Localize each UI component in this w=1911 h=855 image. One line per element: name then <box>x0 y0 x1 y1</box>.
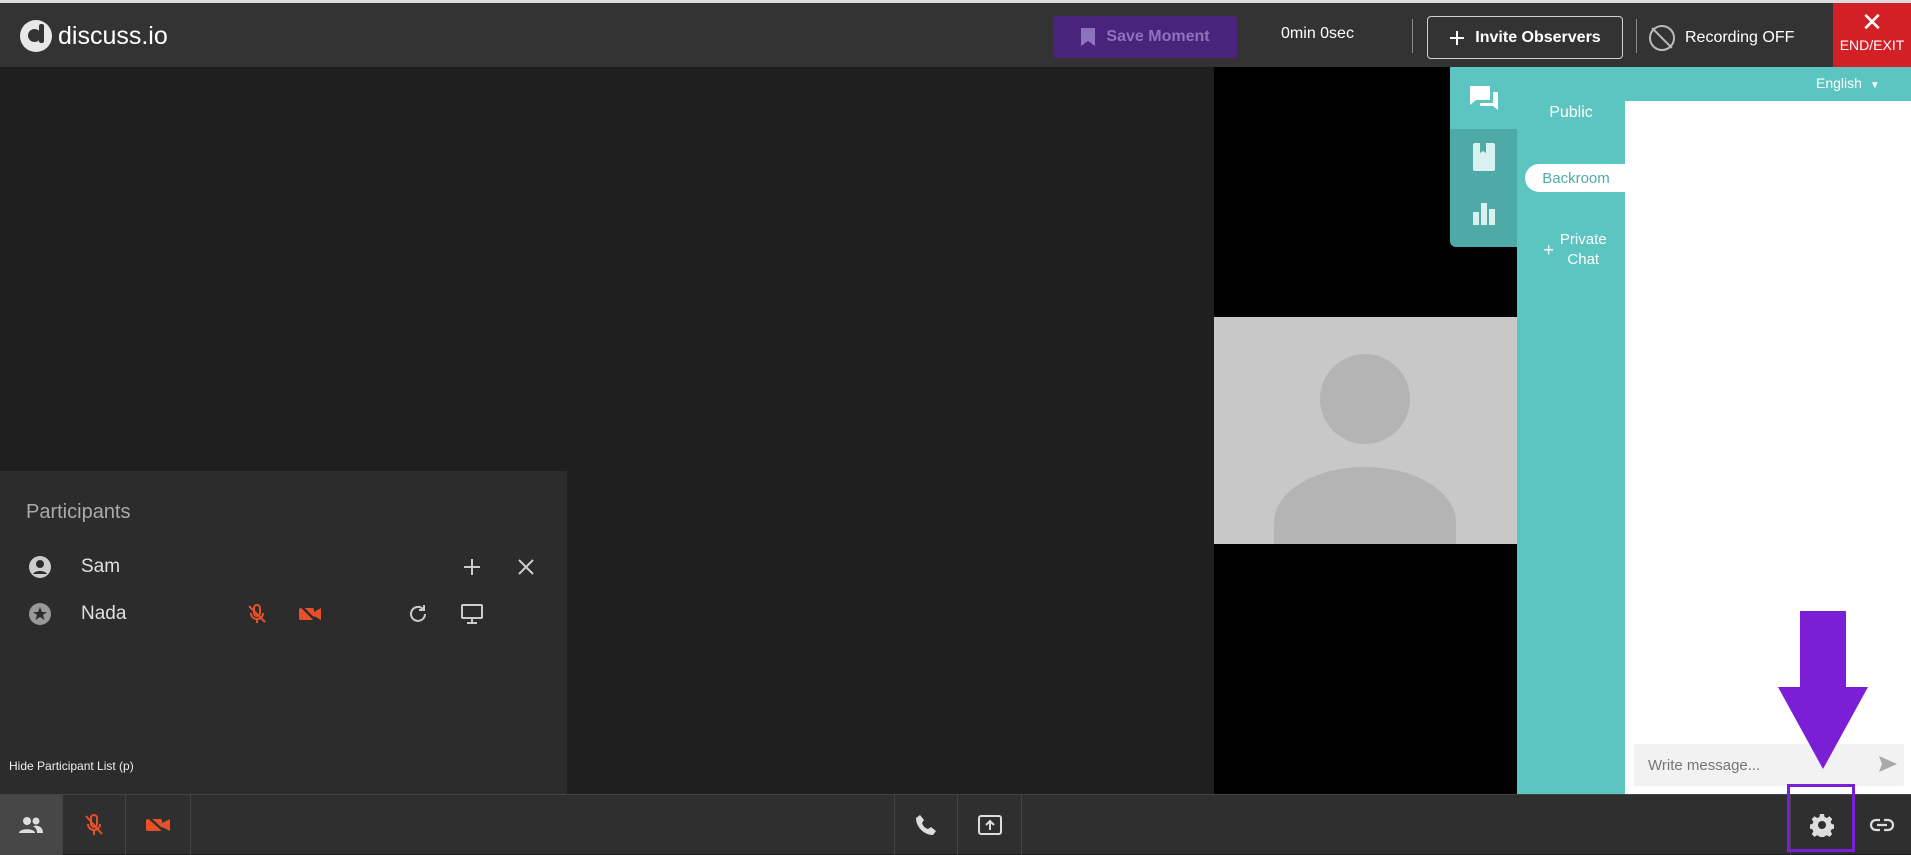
camera-off-icon <box>146 815 170 835</box>
channel-backroom[interactable]: Backroom <box>1525 164 1627 192</box>
participants-title: Participants <box>26 501 131 523</box>
bottom-toolbar <box>0 794 1911 855</box>
language-label: English <box>1816 75 1862 91</box>
participants-toggle-button[interactable] <box>0 795 63 855</box>
channel-public[interactable]: Public <box>1517 104 1625 122</box>
sidebar-tabs <box>1450 67 1517 247</box>
new-private-chat-button[interactable]: + Private Chat <box>1535 230 1615 270</box>
end-exit-label: END/EXIT <box>1839 37 1905 53</box>
end-exit-button[interactable]: ✕ END/EXIT <box>1833 3 1911 70</box>
close-icon: ✕ <box>1861 7 1883 37</box>
add-icon[interactable] <box>458 553 486 581</box>
phone-icon <box>916 815 936 835</box>
language-select[interactable]: English ▼ <box>1816 75 1880 91</box>
private-chat-label-line2: Chat <box>1567 251 1600 268</box>
avatar-placeholder-body <box>1274 467 1456 544</box>
avatar-placeholder-head <box>1320 354 1410 444</box>
invite-observers-label: Invite Observers <box>1475 28 1601 46</box>
bookmark-icon <box>1081 28 1096 46</box>
participant-name: Nada <box>81 603 127 624</box>
participant-name: Sam <box>81 556 121 577</box>
private-chat-label: Private Chat <box>1560 230 1607 270</box>
participant-row: Sam <box>0 547 567 587</box>
screen-share-icon <box>977 815 1002 835</box>
recording-label: Recording OFF <box>1685 29 1795 46</box>
logo-icon <box>20 20 52 52</box>
top-bar: discuss.io Save Moment 0min 0sec Invite … <box>0 0 1911 70</box>
copy-link-button[interactable] <box>1852 795 1911 855</box>
discuss-io-logo: discuss.io <box>20 20 168 52</box>
link-icon <box>1869 818 1894 832</box>
participant-video-tile[interactable] <box>1214 317 1517 544</box>
monitor-icon[interactable] <box>458 600 486 628</box>
chevron-down-icon: ▼ <box>1869 80 1880 91</box>
settings-highlight-box <box>1787 784 1855 852</box>
screen-share-button[interactable] <box>958 795 1022 855</box>
recording-off-icon <box>1649 25 1675 51</box>
mic-muted-icon <box>85 814 103 835</box>
send-icon[interactable] <box>1878 755 1898 773</box>
save-moment-label: Save Moment <box>1106 28 1210 45</box>
invite-observers-button[interactable]: Invite Observers <box>1427 16 1623 59</box>
down-arrow-annotation <box>1778 611 1868 769</box>
hide-participant-list-link[interactable]: Hide Participant List (p) <box>9 759 134 773</box>
plus-icon: + <box>1543 240 1554 260</box>
star-circle-icon <box>26 600 54 628</box>
session-timer: 0min 0sec <box>1281 25 1354 42</box>
participants-panel: Participants Sam Nada Hide Participant L… <box>0 471 567 794</box>
private-chat-label-line1: Private <box>1559 231 1607 248</box>
camera-toggle-button[interactable] <box>126 795 191 855</box>
people-icon <box>19 817 43 833</box>
tab-notes[interactable] <box>1450 129 1517 185</box>
divider <box>1412 19 1413 53</box>
participant-row: Nada <box>0 594 567 634</box>
tab-chat[interactable] <box>1450 67 1517 129</box>
user-circle-icon <box>26 553 54 581</box>
refresh-icon[interactable] <box>404 600 432 628</box>
divider <box>1636 19 1637 53</box>
camera-off-icon[interactable] <box>296 600 324 628</box>
remove-icon[interactable] <box>512 553 540 581</box>
chat-message-area <box>1625 101 1911 794</box>
mute-button[interactable] <box>63 795 126 855</box>
mic-muted-icon[interactable] <box>243 600 271 628</box>
tab-polls[interactable] <box>1450 185 1517 241</box>
save-moment-button[interactable]: Save Moment <box>1053 16 1237 58</box>
logo-text: discuss.io <box>58 21 168 50</box>
recording-status[interactable]: Recording OFF <box>1649 25 1794 51</box>
plus-icon <box>1450 30 1465 45</box>
chat-bubbles-icon <box>1469 86 1498 110</box>
notebook-icon <box>1472 143 1495 171</box>
phone-button[interactable] <box>894 795 958 855</box>
bar-chart-icon <box>1472 203 1495 225</box>
